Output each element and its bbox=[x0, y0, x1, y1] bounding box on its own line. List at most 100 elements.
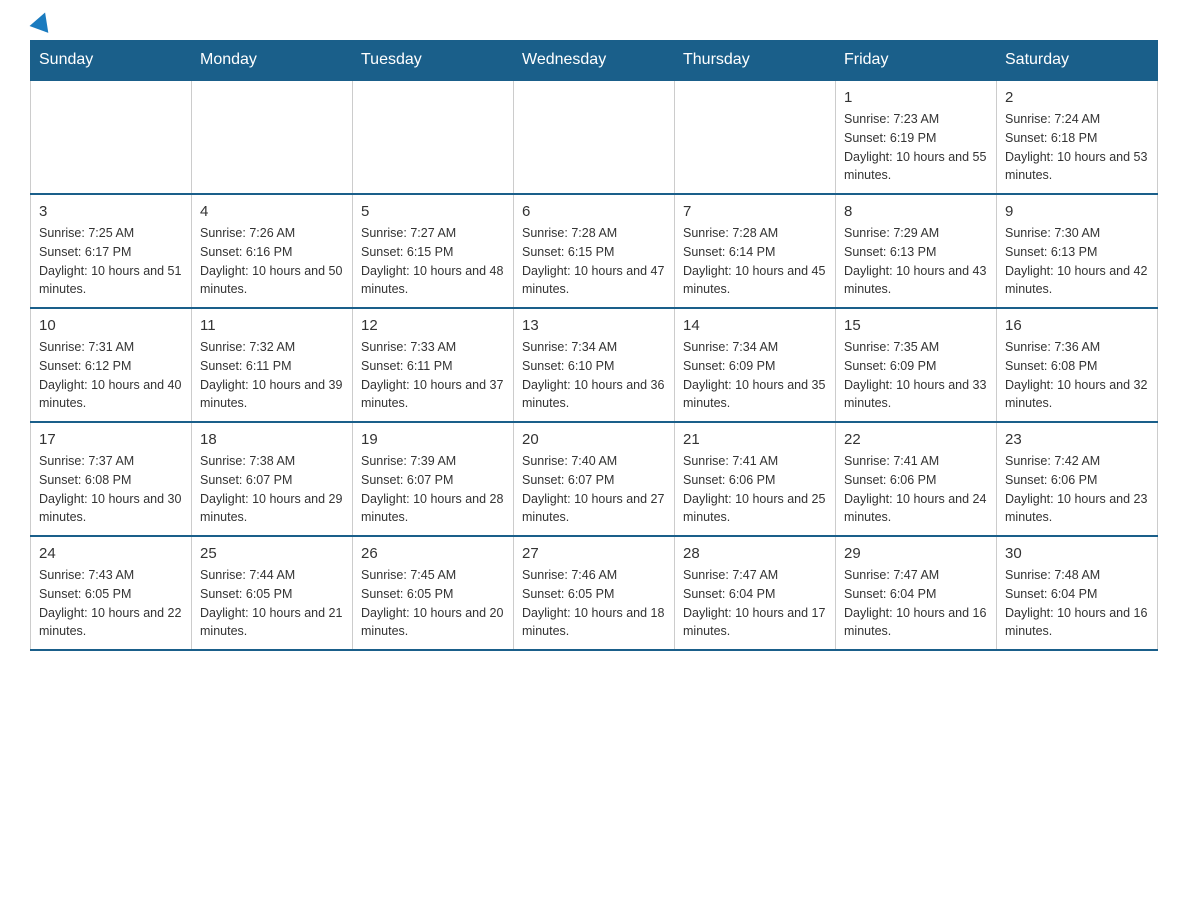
calendar-header-tuesday: Tuesday bbox=[353, 41, 514, 81]
day-number: 4 bbox=[200, 203, 344, 220]
day-info: Sunrise: 7:35 AMSunset: 6:09 PMDaylight:… bbox=[844, 338, 988, 413]
calendar-cell: 11 Sunrise: 7:32 AMSunset: 6:11 PMDayligh… bbox=[192, 308, 353, 422]
calendar-cell: 25 Sunrise: 7:44 AMSunset: 6:05 PMDayligh… bbox=[192, 536, 353, 650]
day-number: 6 bbox=[522, 203, 666, 220]
day-number: 19 bbox=[361, 431, 505, 448]
day-info: Sunrise: 7:42 AMSunset: 6:06 PMDaylight:… bbox=[1005, 452, 1149, 527]
day-info: Sunrise: 7:32 AMSunset: 6:11 PMDaylight:… bbox=[200, 338, 344, 413]
calendar-cell: 22Sunrise: 7:41 AMSunset: 6:06 PMDayligh… bbox=[836, 422, 997, 536]
calendar-header-thursday: Thursday bbox=[675, 41, 836, 81]
day-number: 27 bbox=[522, 545, 666, 562]
calendar-cell: 23 Sunrise: 7:42 AMSunset: 6:06 PMDayligh… bbox=[997, 422, 1158, 536]
day-number: 7 bbox=[683, 203, 827, 220]
logo-triangle-icon bbox=[30, 9, 55, 33]
calendar-cell bbox=[31, 80, 192, 194]
calendar-cell: 28 Sunrise: 7:47 AMSunset: 6:04 PMDayligh… bbox=[675, 536, 836, 650]
calendar-table: SundayMondayTuesdayWednesdayThursdayFrid… bbox=[30, 40, 1158, 651]
day-info: Sunrise: 7:34 AMSunset: 6:10 PMDaylight:… bbox=[522, 338, 666, 413]
calendar-header-wednesday: Wednesday bbox=[514, 41, 675, 81]
calendar-cell: 15 Sunrise: 7:35 AMSunset: 6:09 PMDayligh… bbox=[836, 308, 997, 422]
day-number: 1 bbox=[844, 89, 988, 106]
day-info: Sunrise: 7:48 AMSunset: 6:04 PMDaylight:… bbox=[1005, 566, 1149, 641]
calendar-cell: 19 Sunrise: 7:39 AMSunset: 6:07 PMDayligh… bbox=[353, 422, 514, 536]
calendar-cell: 12 Sunrise: 7:33 AMSunset: 6:11 PMDayligh… bbox=[353, 308, 514, 422]
calendar-cell bbox=[353, 80, 514, 194]
day-number: 11 bbox=[200, 317, 344, 334]
day-info: Sunrise: 7:27 AMSunset: 6:15 PMDaylight:… bbox=[361, 224, 505, 299]
calendar-week-row: 3 Sunrise: 7:25 AMSunset: 6:17 PMDaylight… bbox=[31, 194, 1158, 308]
day-number: 9 bbox=[1005, 203, 1149, 220]
day-info: Sunrise: 7:44 AMSunset: 6:05 PMDaylight:… bbox=[200, 566, 344, 641]
day-info: Sunrise: 7:26 AMSunset: 6:16 PMDaylight:… bbox=[200, 224, 344, 299]
day-number: 15 bbox=[844, 317, 988, 334]
calendar-cell: 29 Sunrise: 7:47 AMSunset: 6:04 PMDayligh… bbox=[836, 536, 997, 650]
day-number: 8 bbox=[844, 203, 988, 220]
day-info: Sunrise: 7:46 AMSunset: 6:05 PMDaylight:… bbox=[522, 566, 666, 641]
calendar-header-saturday: Saturday bbox=[997, 41, 1158, 81]
calendar-cell: 24 Sunrise: 7:43 AMSunset: 6:05 PMDayligh… bbox=[31, 536, 192, 650]
day-info: Sunrise: 7:38 AMSunset: 6:07 PMDaylight:… bbox=[200, 452, 344, 527]
page-header bbox=[30, 20, 1158, 30]
day-number: 25 bbox=[200, 545, 344, 562]
day-info: Sunrise: 7:31 AMSunset: 6:12 PMDaylight:… bbox=[39, 338, 183, 413]
day-info: Sunrise: 7:47 AMSunset: 6:04 PMDaylight:… bbox=[844, 566, 988, 641]
day-number: 28 bbox=[683, 545, 827, 562]
day-info: Sunrise: 7:47 AMSunset: 6:04 PMDaylight:… bbox=[683, 566, 827, 641]
calendar-cell: 10 Sunrise: 7:31 AMSunset: 6:12 PMDayligh… bbox=[31, 308, 192, 422]
calendar-cell: 14 Sunrise: 7:34 AMSunset: 6:09 PMDayligh… bbox=[675, 308, 836, 422]
day-info: Sunrise: 7:45 AMSunset: 6:05 PMDaylight:… bbox=[361, 566, 505, 641]
day-info: Sunrise: 7:28 AMSunset: 6:14 PMDaylight:… bbox=[683, 224, 827, 299]
calendar-cell: 26 Sunrise: 7:45 AMSunset: 6:05 PMDayligh… bbox=[353, 536, 514, 650]
calendar-week-row: 17 Sunrise: 7:37 AMSunset: 6:08 PMDayligh… bbox=[31, 422, 1158, 536]
calendar-header-friday: Friday bbox=[836, 41, 997, 81]
calendar-cell: 9Sunrise: 7:30 AMSunset: 6:13 PMDaylight… bbox=[997, 194, 1158, 308]
day-info: Sunrise: 7:41 AMSunset: 6:06 PMDaylight:… bbox=[844, 452, 988, 527]
day-number: 10 bbox=[39, 317, 183, 334]
day-number: 26 bbox=[361, 545, 505, 562]
calendar-cell: 7 Sunrise: 7:28 AMSunset: 6:14 PMDaylight… bbox=[675, 194, 836, 308]
logo bbox=[30, 20, 52, 30]
day-number: 20 bbox=[522, 431, 666, 448]
day-number: 18 bbox=[200, 431, 344, 448]
calendar-cell: 18 Sunrise: 7:38 AMSunset: 6:07 PMDayligh… bbox=[192, 422, 353, 536]
calendar-cell: 21 Sunrise: 7:41 AMSunset: 6:06 PMDayligh… bbox=[675, 422, 836, 536]
day-number: 17 bbox=[39, 431, 183, 448]
day-number: 3 bbox=[39, 203, 183, 220]
calendar-header-sunday: Sunday bbox=[31, 41, 192, 81]
day-number: 2 bbox=[1005, 89, 1149, 106]
calendar-cell: 13 Sunrise: 7:34 AMSunset: 6:10 PMDayligh… bbox=[514, 308, 675, 422]
day-info: Sunrise: 7:24 AMSunset: 6:18 PMDaylight:… bbox=[1005, 110, 1149, 185]
day-number: 23 bbox=[1005, 431, 1149, 448]
day-info: Sunrise: 7:33 AMSunset: 6:11 PMDaylight:… bbox=[361, 338, 505, 413]
day-info: Sunrise: 7:37 AMSunset: 6:08 PMDaylight:… bbox=[39, 452, 183, 527]
day-number: 21 bbox=[683, 431, 827, 448]
day-number: 14 bbox=[683, 317, 827, 334]
calendar-cell: 4 Sunrise: 7:26 AMSunset: 6:16 PMDaylight… bbox=[192, 194, 353, 308]
calendar-cell: 27 Sunrise: 7:46 AMSunset: 6:05 PMDayligh… bbox=[514, 536, 675, 650]
day-number: 13 bbox=[522, 317, 666, 334]
calendar-cell bbox=[192, 80, 353, 194]
day-number: 29 bbox=[844, 545, 988, 562]
day-number: 16 bbox=[1005, 317, 1149, 334]
calendar-cell: 8 Sunrise: 7:29 AMSunset: 6:13 PMDaylight… bbox=[836, 194, 997, 308]
calendar-header-row: SundayMondayTuesdayWednesdayThursdayFrid… bbox=[31, 41, 1158, 81]
calendar-cell: 30 Sunrise: 7:48 AMSunset: 6:04 PMDayligh… bbox=[997, 536, 1158, 650]
day-info: Sunrise: 7:40 AMSunset: 6:07 PMDaylight:… bbox=[522, 452, 666, 527]
day-info: Sunrise: 7:25 AMSunset: 6:17 PMDaylight:… bbox=[39, 224, 183, 299]
day-info: Sunrise: 7:39 AMSunset: 6:07 PMDaylight:… bbox=[361, 452, 505, 527]
day-info: Sunrise: 7:43 AMSunset: 6:05 PMDaylight:… bbox=[39, 566, 183, 641]
calendar-header-monday: Monday bbox=[192, 41, 353, 81]
calendar-cell: 2 Sunrise: 7:24 AMSunset: 6:18 PMDaylight… bbox=[997, 80, 1158, 194]
day-info: Sunrise: 7:23 AMSunset: 6:19 PMDaylight:… bbox=[844, 110, 988, 185]
day-info: Sunrise: 7:29 AMSunset: 6:13 PMDaylight:… bbox=[844, 224, 988, 299]
day-number: 30 bbox=[1005, 545, 1149, 562]
calendar-week-row: 1 Sunrise: 7:23 AMSunset: 6:19 PMDaylight… bbox=[31, 80, 1158, 194]
day-number: 24 bbox=[39, 545, 183, 562]
day-number: 12 bbox=[361, 317, 505, 334]
day-info: Sunrise: 7:41 AMSunset: 6:06 PMDaylight:… bbox=[683, 452, 827, 527]
day-info: Sunrise: 7:28 AMSunset: 6:15 PMDaylight:… bbox=[522, 224, 666, 299]
day-info: Sunrise: 7:34 AMSunset: 6:09 PMDaylight:… bbox=[683, 338, 827, 413]
day-info: Sunrise: 7:36 AMSunset: 6:08 PMDaylight:… bbox=[1005, 338, 1149, 413]
calendar-week-row: 10 Sunrise: 7:31 AMSunset: 6:12 PMDayligh… bbox=[31, 308, 1158, 422]
calendar-cell: 17 Sunrise: 7:37 AMSunset: 6:08 PMDayligh… bbox=[31, 422, 192, 536]
